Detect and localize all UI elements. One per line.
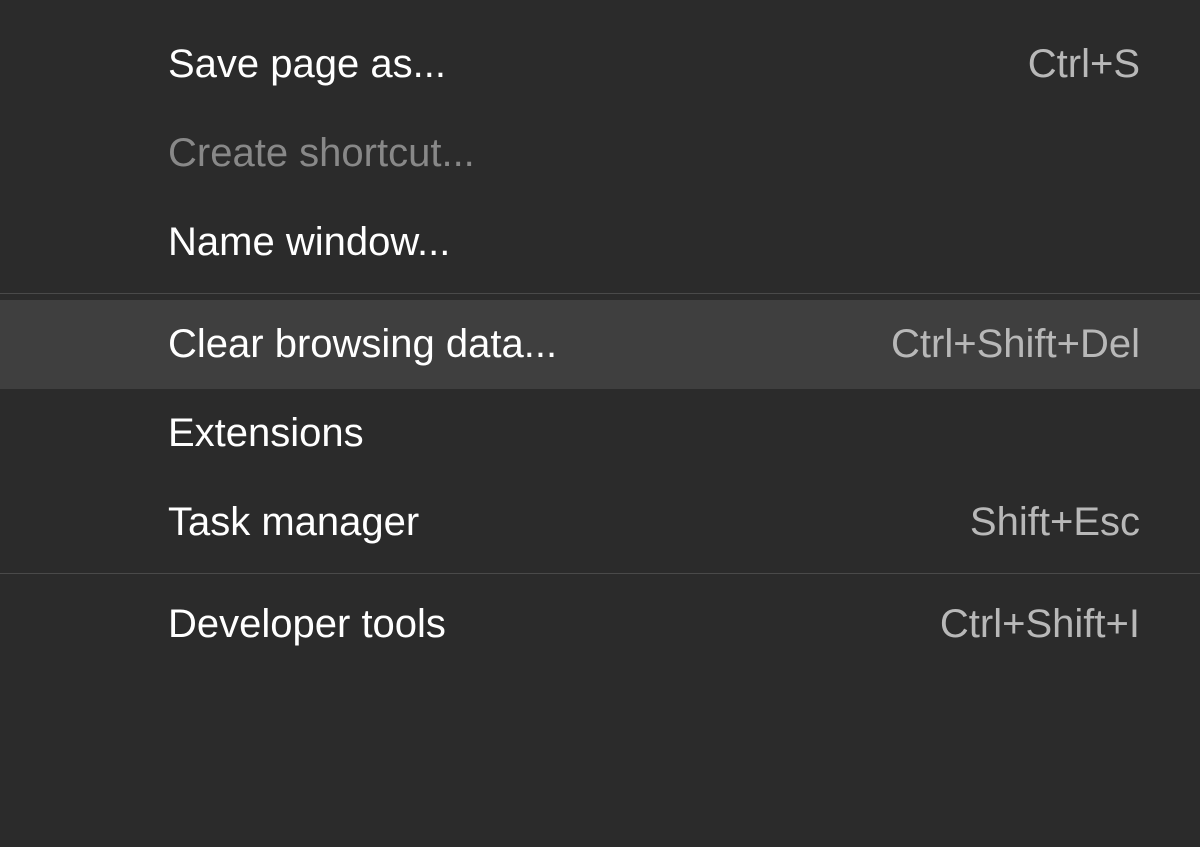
context-menu: Save page as... Ctrl+S Create shortcut..… [0, 0, 1200, 847]
menu-separator [0, 293, 1200, 294]
menu-item-extensions[interactable]: Extensions [0, 389, 1200, 478]
menu-item-create-shortcut: Create shortcut... [0, 109, 1200, 198]
menu-item-label: Clear browsing data... [168, 322, 557, 367]
menu-item-label: Name window... [168, 220, 450, 265]
menu-item-name-window[interactable]: Name window... [0, 198, 1200, 287]
menu-item-label: Task manager [168, 500, 419, 545]
menu-item-task-manager[interactable]: Task manager Shift+Esc [0, 478, 1200, 567]
menu-separator [0, 573, 1200, 574]
menu-item-shortcut: Ctrl+Shift+Del [891, 322, 1140, 367]
menu-item-label: Create shortcut... [168, 131, 475, 176]
menu-item-shortcut: Ctrl+S [1028, 42, 1140, 87]
menu-item-shortcut: Ctrl+Shift+I [940, 602, 1140, 647]
menu-item-label: Extensions [168, 411, 364, 456]
menu-item-developer-tools[interactable]: Developer tools Ctrl+Shift+I [0, 580, 1200, 669]
menu-item-save-page-as[interactable]: Save page as... Ctrl+S [0, 20, 1200, 109]
menu-item-clear-browsing-data[interactable]: Clear browsing data... Ctrl+Shift+Del [0, 300, 1200, 389]
menu-item-label: Save page as... [168, 42, 446, 87]
menu-top-spacer [0, 0, 1200, 20]
menu-item-label: Developer tools [168, 602, 446, 647]
menu-item-shortcut: Shift+Esc [970, 500, 1140, 545]
